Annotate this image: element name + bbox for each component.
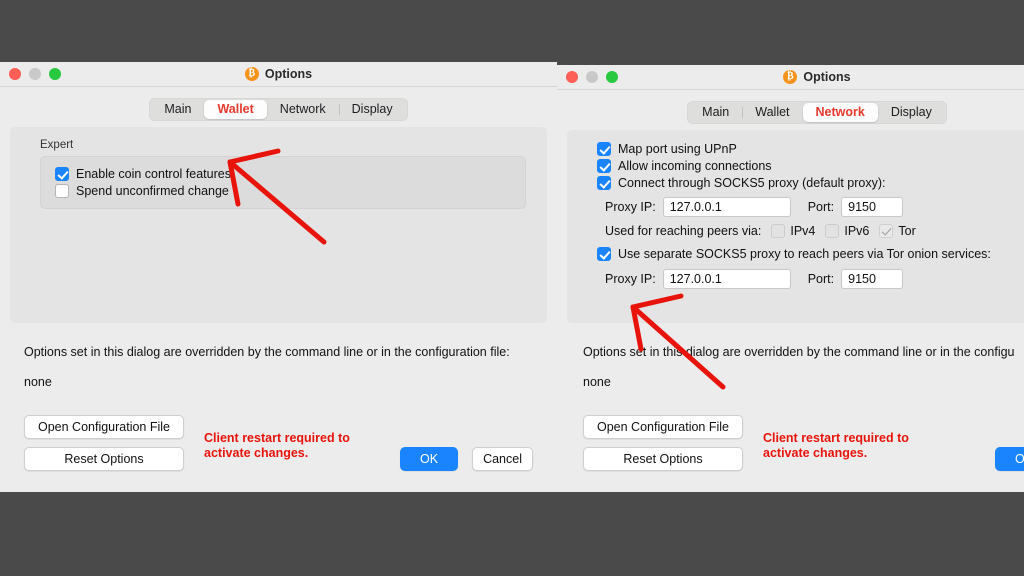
- open-configuration-file-button[interactable]: Open Configuration File: [583, 415, 743, 439]
- tab-main[interactable]: Main: [151, 100, 204, 119]
- tab-display[interactable]: Display: [338, 100, 406, 119]
- zoom-button-icon[interactable]: [606, 71, 618, 83]
- minimize-button-icon[interactable]: [586, 71, 598, 83]
- options-window-network[interactable]: ₿ Options Main Wallet Network Display Ma…: [557, 65, 1024, 492]
- proxy-port-input[interactable]: [841, 197, 904, 217]
- tab-wallet[interactable]: Wallet: [204, 100, 267, 119]
- expert-group-title: Expert: [40, 139, 74, 151]
- tab-wallet[interactable]: Wallet: [742, 103, 802, 122]
- proxy-port-label: Port:: [807, 200, 835, 214]
- reaching-peers-row: Used for reaching peers via: IPv4 IPv6 T…: [597, 224, 1024, 238]
- reaching-peers-label: Used for reaching peers via:: [605, 224, 762, 238]
- network-settings-panel: Map port using UPnP Allow incoming conne…: [567, 130, 1024, 323]
- peer-option-ipv4[interactable]: IPv4: [771, 224, 815, 238]
- ipv4-label: IPv4: [790, 224, 816, 238]
- desktop-background: ₿ Options Main Wallet Network Display Ex…: [0, 0, 1024, 576]
- minimize-button-icon[interactable]: [29, 68, 41, 80]
- tabbar-container-right: Main Wallet Network Display: [557, 90, 1024, 130]
- restart-warning-text: Client restart required to activate chan…: [763, 431, 909, 460]
- map-port-upnp-checkbox[interactable]: [597, 142, 611, 156]
- allow-incoming-connections-checkbox[interactable]: [597, 159, 611, 173]
- ipv6-label: IPv6: [844, 224, 870, 238]
- spend-unconfirmed-change-checkbox[interactable]: [55, 184, 69, 198]
- close-button-icon[interactable]: [9, 68, 21, 80]
- spend-unconfirmed-change-label: Spend unconfirmed change: [76, 184, 229, 198]
- options-window-wallet[interactable]: ₿ Options Main Wallet Network Display Ex…: [0, 62, 557, 492]
- connect-socks5-proxy-row[interactable]: Connect through SOCKS5 proxy (default pr…: [597, 176, 1024, 190]
- ok-button[interactable]: OK: [400, 447, 459, 471]
- override-value: none: [583, 375, 611, 389]
- footer-left: Options set in this dialog are overridde…: [0, 323, 557, 471]
- tab-network[interactable]: Network: [802, 103, 878, 122]
- close-button-icon[interactable]: [566, 71, 578, 83]
- tabbar-right[interactable]: Main Wallet Network Display: [687, 101, 947, 124]
- enable-coin-control-label: Enable coin control features: [76, 167, 231, 181]
- onion-proxy-port-input[interactable]: [841, 269, 904, 289]
- wallet-settings-panel: Expert Enable coin control features Spen…: [10, 127, 547, 323]
- allow-incoming-connections-label: Allow incoming connections: [618, 159, 772, 173]
- tabbar-container-left: Main Wallet Network Display: [0, 87, 557, 127]
- tab-main[interactable]: Main: [689, 103, 742, 122]
- map-port-upnp-label: Map port using UPnP: [618, 142, 737, 156]
- window-title: Options: [803, 70, 851, 84]
- tabbar-left[interactable]: Main Wallet Network Display: [149, 98, 408, 121]
- traffic-light-group-right[interactable]: [557, 71, 618, 83]
- onion-proxy-ip-input[interactable]: [662, 269, 791, 289]
- peer-option-tor: Tor: [879, 224, 916, 238]
- proxy-ip-label: Proxy IP:: [605, 200, 656, 214]
- peer-option-ipv6[interactable]: IPv6: [825, 224, 869, 238]
- zoom-button-icon[interactable]: [49, 68, 61, 80]
- onion-proxy-row: Proxy IP: Port:: [597, 269, 1024, 289]
- proxy-ip-input[interactable]: [662, 197, 791, 217]
- tor-label: Tor: [898, 224, 916, 238]
- open-configuration-file-button[interactable]: Open Configuration File: [24, 415, 184, 439]
- window-titlebar-right[interactable]: ₿ Options: [557, 65, 1024, 90]
- separate-onion-proxy-checkbox[interactable]: [597, 247, 611, 261]
- reset-options-button[interactable]: Reset Options: [583, 447, 743, 471]
- expert-groupbox: Enable coin control features Spend uncon…: [40, 156, 526, 209]
- spend-unconfirmed-change-row[interactable]: Spend unconfirmed change: [55, 184, 513, 198]
- override-note: Options set in this dialog are overridde…: [583, 345, 1015, 359]
- tor-checkbox: [879, 224, 894, 238]
- traffic-light-group-left[interactable]: [0, 68, 61, 80]
- connect-socks5-proxy-checkbox[interactable]: [597, 176, 611, 190]
- map-port-upnp-row[interactable]: Map port using UPnP: [597, 142, 1024, 156]
- override-note: Options set in this dialog are overridde…: [24, 345, 510, 359]
- cancel-button[interactable]: Cancel: [472, 447, 533, 471]
- ipv4-checkbox[interactable]: [771, 224, 786, 238]
- onion-proxy-ip-label: Proxy IP:: [605, 272, 656, 286]
- separate-onion-proxy-label: Use separate SOCKS5 proxy to reach peers…: [618, 247, 991, 261]
- window-title: Options: [264, 67, 313, 81]
- tab-display[interactable]: Display: [878, 103, 945, 122]
- bitcoin-icon: ₿: [783, 70, 798, 84]
- separate-onion-proxy-row[interactable]: Use separate SOCKS5 proxy to reach peers…: [597, 247, 1024, 261]
- allow-incoming-connections-row[interactable]: Allow incoming connections: [597, 159, 1024, 173]
- reset-options-button[interactable]: Reset Options: [24, 447, 184, 471]
- connect-socks5-proxy-label: Connect through SOCKS5 proxy (default pr…: [618, 176, 886, 190]
- window-titlebar-left[interactable]: ₿ Options: [0, 62, 557, 87]
- restart-warning-text: Client restart required to activate chan…: [204, 431, 350, 460]
- override-value: none: [24, 375, 52, 389]
- enable-coin-control-checkbox[interactable]: [55, 167, 69, 181]
- ok-button[interactable]: OK: [995, 447, 1024, 471]
- footer-right: Options set in this dialog are overridde…: [557, 323, 1024, 471]
- enable-coin-control-row[interactable]: Enable coin control features: [55, 167, 513, 181]
- default-proxy-row: Proxy IP: Port:: [597, 197, 1024, 217]
- onion-proxy-port-label: Port:: [807, 272, 835, 286]
- tab-network[interactable]: Network: [267, 100, 339, 119]
- bitcoin-icon: ₿: [244, 67, 259, 81]
- ipv6-checkbox[interactable]: [825, 224, 840, 238]
